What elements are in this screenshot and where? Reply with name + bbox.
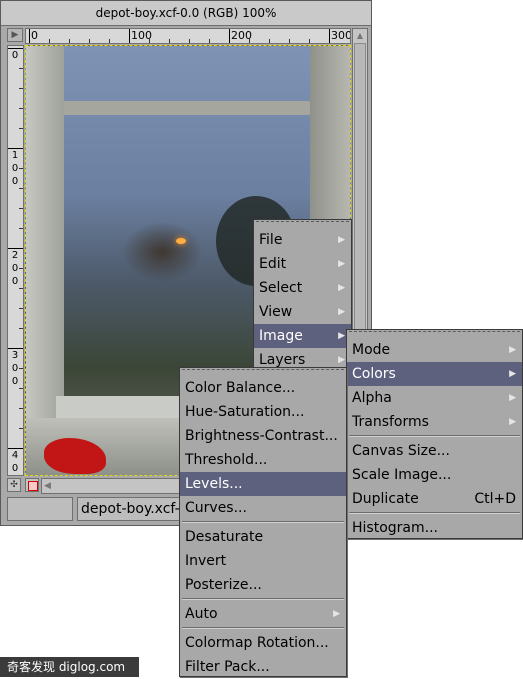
menu-item-duplicate[interactable]: Duplicate Ctl+D [347, 487, 522, 511]
menu-item-image[interactable]: Image ▶ [254, 324, 351, 348]
window-title[interactable]: depot-boy.xcf-0.0 (RGB) 100% [1, 1, 371, 26]
menu-item-select[interactable]: Select ▶ [254, 276, 351, 300]
menu-separator [182, 627, 344, 629]
menu-item-hue-saturation[interactable]: Hue-Saturation... [180, 400, 346, 424]
menu-item-edit[interactable]: Edit ▶ [254, 252, 351, 276]
menu-item-label: Levels... [185, 476, 243, 492]
menu-item-label: Colors [352, 366, 396, 382]
menu-separator [349, 512, 520, 514]
menu-item-file[interactable]: File ▶ [254, 228, 351, 252]
menu-item-label: Select [259, 280, 303, 296]
photo-window-rail [46, 101, 336, 115]
submenu-arrow-icon: ▶ [509, 369, 516, 379]
vruler-label-300-c: 0 [11, 376, 19, 387]
menu-separator [182, 598, 344, 600]
menu-item-posterize[interactable]: Posterize... [180, 573, 346, 597]
menu-item-label: Color Balance... [185, 380, 296, 396]
menu-item-view[interactable]: View ▶ [254, 300, 351, 324]
menu-item-color-balance[interactable]: Color Balance... [180, 376, 346, 400]
vruler-label-200-a: 2 [11, 250, 19, 261]
vertical-ruler[interactable]: 0 1 0 0 2 0 0 3 0 0 4 0 [7, 45, 24, 476]
menu-item-label: Posterize... [185, 577, 262, 593]
menu-item-mode[interactable]: Mode ▶ [347, 338, 522, 362]
menu-item-label: Scale Image... [352, 467, 452, 483]
vruler-label-300-a: 3 [11, 350, 19, 361]
vruler-label-100-c: 0 [11, 176, 19, 187]
submenu-arrow-icon: ▶ [509, 417, 516, 427]
submenu-arrow-icon: ▶ [509, 393, 516, 403]
tear-off-line[interactable] [349, 331, 520, 336]
scroll-left-icon[interactable]: ◀ [44, 479, 51, 493]
watermark: 奇客发现 diglog.com [0, 657, 139, 677]
menu-item-colormap-rotation[interactable]: Colormap Rotation... [180, 631, 346, 655]
menu-item-filter-pack[interactable]: Filter Pack... [180, 655, 346, 679]
menu-separator [182, 521, 344, 523]
menu-item-levels[interactable]: Levels... [180, 472, 346, 496]
menu-item-label: Edit [259, 256, 287, 272]
ruler-label-300: 300 [331, 29, 351, 42]
menu-item-label: Filter Pack... [185, 659, 270, 675]
menu-item-canvas-size[interactable]: Canvas Size... [347, 439, 522, 463]
menu-item-scale-image[interactable]: Scale Image... [347, 463, 522, 487]
menu-item-auto[interactable]: Auto ▶ [180, 602, 346, 626]
menu-item-desaturate[interactable]: Desaturate [180, 525, 346, 549]
submenu-arrow-icon: ▶ [338, 307, 345, 317]
menu-item-alpha[interactable]: Alpha ▶ [347, 386, 522, 410]
menu-item-label: Layers [259, 352, 306, 368]
vruler-label-400-a: 4 [11, 450, 19, 461]
vruler-label-400-b: 0 [11, 463, 19, 474]
menu-item-label: Mode [352, 342, 391, 358]
vruler-label-200-c: 0 [11, 276, 19, 287]
menu-item-label: Alpha [352, 390, 392, 406]
menu-item-histogram[interactable]: Histogram... [347, 516, 522, 540]
menu-item-transforms[interactable]: Transforms ▶ [347, 410, 522, 434]
tear-off-line[interactable] [256, 221, 349, 226]
image-submenu: Mode ▶ Colors ▶ Alpha ▶ Transforms ▶ Canvas … [346, 329, 523, 539]
menu-item-invert[interactable]: Invert [180, 549, 346, 573]
horizontal-ruler[interactable]: 0 100 200 300 [25, 28, 351, 44]
menu-item-curves[interactable]: Curves... [180, 496, 346, 520]
menu-item-label: Invert [185, 553, 227, 569]
menu-item-label: Colormap Rotation... [185, 635, 329, 651]
status-coords [7, 497, 73, 521]
submenu-arrow-icon: ▶ [338, 235, 345, 245]
submenu-arrow-icon: ▶ [333, 609, 340, 619]
menu-item-label: File [259, 232, 283, 248]
submenu-arrow-icon: ▶ [338, 331, 345, 341]
menu-item-label: Desaturate [185, 529, 264, 545]
colors-submenu: Color Balance... Hue-Saturation... Brigh… [179, 367, 347, 677]
menu-item-label: Image [259, 328, 303, 344]
vruler-label-0: 0 [11, 50, 19, 61]
menu-item-colors[interactable]: Colors ▶ [347, 362, 522, 386]
ruler-corner-icon[interactable]: ▶ [7, 28, 23, 42]
submenu-arrow-icon: ▶ [509, 345, 516, 355]
submenu-arrow-icon: ▶ [338, 259, 345, 269]
tear-off-line[interactable] [182, 369, 344, 374]
menu-item-label: View [259, 304, 293, 320]
menu-item-label: Canvas Size... [352, 443, 450, 459]
scroll-up-icon[interactable]: ▲ [354, 30, 366, 42]
ruler-label-0: 0 [31, 29, 38, 42]
menu-item-label: Duplicate [352, 491, 419, 507]
menu-item-label: Threshold... [185, 452, 268, 468]
menu-item-label: Auto [185, 606, 218, 622]
shortcut-label: Ctl+D [474, 491, 516, 507]
menu-item-label: Brightness-Contrast... [185, 428, 338, 444]
navigation-icon[interactable]: ✣ [7, 478, 21, 492]
vruler-label-100-a: 1 [11, 150, 19, 161]
menu-separator [349, 435, 520, 437]
menu-item-label: Hue-Saturation... [185, 404, 305, 420]
submenu-arrow-icon: ▶ [338, 283, 345, 293]
menu-item-label: Curves... [185, 500, 247, 516]
photo-light [176, 238, 186, 244]
menu-item-label: Histogram... [352, 520, 438, 536]
menu-item-threshold[interactable]: Threshold... [180, 448, 346, 472]
quickmask-icon[interactable] [25, 478, 39, 492]
menu-item-brightness-contrast[interactable]: Brightness-Contrast... [180, 424, 346, 448]
context-menu: File ▶ Edit ▶ Select ▶ View ▶ Image ▶ Layers ▶ [253, 219, 352, 373]
menu-item-label: Transforms [352, 414, 429, 430]
